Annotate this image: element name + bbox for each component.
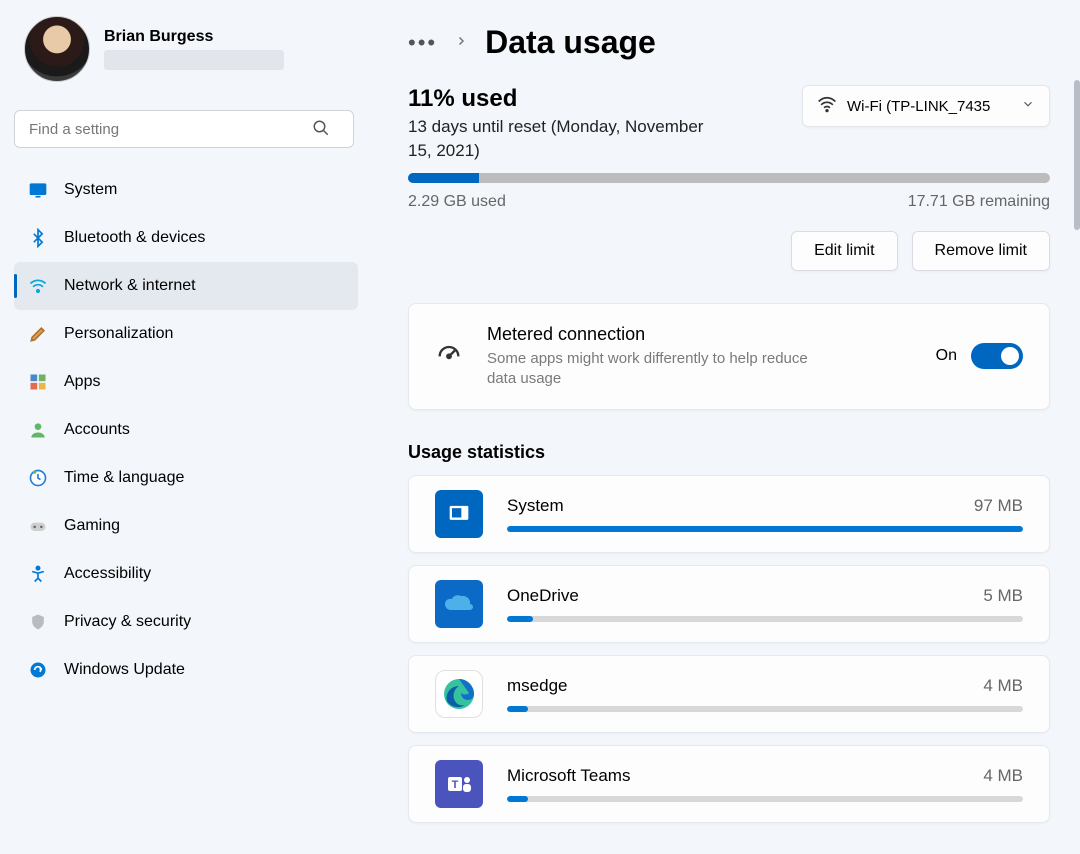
time-icon: [28, 468, 48, 488]
app-icon: [435, 580, 483, 628]
app-usage-value: 4 MB: [983, 766, 1023, 786]
avatar: [24, 16, 90, 82]
chevron-right-icon: [455, 34, 467, 52]
network-label: Wi-Fi (TP-LINK_7435: [847, 98, 990, 115]
account-icon: [28, 420, 48, 440]
data-progress-bar: [408, 173, 1050, 183]
app-usage-value: 5 MB: [983, 586, 1023, 606]
reset-text: 13 days until reset (Monday, November 15…: [408, 115, 728, 163]
sidebar-item-label: Gaming: [64, 517, 120, 535]
breadcrumb: ••• Data usage: [408, 24, 1050, 61]
app-usage-bar: [507, 706, 1023, 712]
app-icon: [435, 670, 483, 718]
usage-percent: 11% used: [408, 85, 790, 113]
chevron-down-icon: [1021, 97, 1035, 115]
search-icon: [312, 119, 330, 142]
sidebar-item-gaming[interactable]: Gaming: [14, 502, 358, 550]
app-icon: T: [435, 760, 483, 808]
sidebar-item-wifi[interactable]: Network & internet: [14, 262, 358, 310]
app-usage-bar: [507, 616, 1023, 622]
sidebar-item-label: Privacy & security: [64, 613, 191, 631]
metered-connection-card: Metered connection Some apps might work …: [408, 303, 1050, 411]
app-name: System: [507, 496, 564, 516]
network-dropdown[interactable]: Wi-Fi (TP-LINK_7435: [802, 85, 1050, 127]
main-content: ••• Data usage 11% used 13 days until re…: [370, 0, 1080, 854]
usage-statistics-list: System 97 MB OneDrive 5 MB msedge 4 MB T Micros…: [408, 475, 1050, 823]
update-icon: [28, 660, 48, 680]
search-input[interactable]: [14, 110, 354, 148]
privacy-icon: [28, 612, 48, 632]
sidebar-item-label: Personalization: [64, 325, 173, 343]
usage-stat-item[interactable]: msedge 4 MB: [408, 655, 1050, 733]
app-name: msedge: [507, 676, 567, 696]
sidebar-item-label: Time & language: [64, 469, 184, 487]
sidebar-item-accessibility[interactable]: Accessibility: [14, 550, 358, 598]
app-icon: [435, 490, 483, 538]
used-text: 2.29 GB used: [408, 193, 506, 211]
speedometer-icon: [435, 340, 463, 373]
app-usage-value: 97 MB: [974, 496, 1023, 516]
system-icon: [28, 180, 48, 200]
scrollbar-thumb[interactable]: [1074, 80, 1080, 230]
svg-text:T: T: [452, 779, 459, 791]
edit-limit-button[interactable]: Edit limit: [791, 231, 897, 271]
sidebar-item-time[interactable]: Time & language: [14, 454, 358, 502]
app-name: OneDrive: [507, 586, 579, 606]
sidebar-nav: System Bluetooth & devices Network & inter…: [14, 166, 358, 694]
app-usage-value: 4 MB: [983, 676, 1023, 696]
metered-title: Metered connection: [487, 324, 912, 345]
search-wrap: [14, 110, 358, 148]
paint-icon: [28, 324, 48, 344]
profile-block[interactable]: Brian Burgess: [14, 14, 358, 96]
page-title: Data usage: [485, 24, 656, 61]
usage-stat-item[interactable]: T Microsoft Teams 4 MB: [408, 745, 1050, 823]
sidebar-item-label: System: [64, 181, 117, 199]
app-usage-bar: [507, 796, 1023, 802]
remove-limit-button[interactable]: Remove limit: [912, 231, 1050, 271]
wifi-icon: [28, 276, 48, 296]
app-name: Microsoft Teams: [507, 766, 630, 786]
data-progress-fill: [408, 173, 479, 183]
sidebar-item-account[interactable]: Accounts: [14, 406, 358, 454]
profile-name: Brian Burgess: [104, 28, 284, 46]
usage-stat-item[interactable]: OneDrive 5 MB: [408, 565, 1050, 643]
metered-desc: Some apps might work differently to help…: [487, 349, 817, 390]
breadcrumb-more-icon[interactable]: •••: [408, 30, 437, 56]
usage-statistics-title: Usage statistics: [408, 442, 1050, 463]
sidebar-item-label: Accounts: [64, 421, 130, 439]
sidebar-item-label: Windows Update: [64, 661, 185, 679]
sidebar-item-system[interactable]: System: [14, 166, 358, 214]
usage-stat-item[interactable]: System 97 MB: [408, 475, 1050, 553]
sidebar-item-label: Network & internet: [64, 277, 196, 295]
sidebar-item-privacy[interactable]: Privacy & security: [14, 598, 358, 646]
sidebar-item-apps[interactable]: Apps: [14, 358, 358, 406]
remaining-text: 17.71 GB remaining: [908, 193, 1050, 211]
bluetooth-icon: [28, 228, 48, 248]
gaming-icon: [28, 516, 48, 536]
sidebar: Brian Burgess System Bluetooth & devices N…: [0, 0, 370, 854]
accessibility-icon: [28, 564, 48, 584]
metered-toggle[interactable]: [971, 343, 1023, 369]
profile-email-redacted: [104, 50, 284, 70]
sidebar-item-update[interactable]: Windows Update: [14, 646, 358, 694]
sidebar-item-label: Accessibility: [64, 565, 151, 583]
wifi-icon: [817, 94, 837, 118]
toggle-state-label: On: [936, 347, 957, 365]
sidebar-item-paint[interactable]: Personalization: [14, 310, 358, 358]
sidebar-item-bluetooth[interactable]: Bluetooth & devices: [14, 214, 358, 262]
sidebar-item-label: Apps: [64, 373, 100, 391]
sidebar-item-label: Bluetooth & devices: [64, 229, 205, 247]
apps-icon: [28, 372, 48, 392]
app-usage-bar: [507, 526, 1023, 532]
